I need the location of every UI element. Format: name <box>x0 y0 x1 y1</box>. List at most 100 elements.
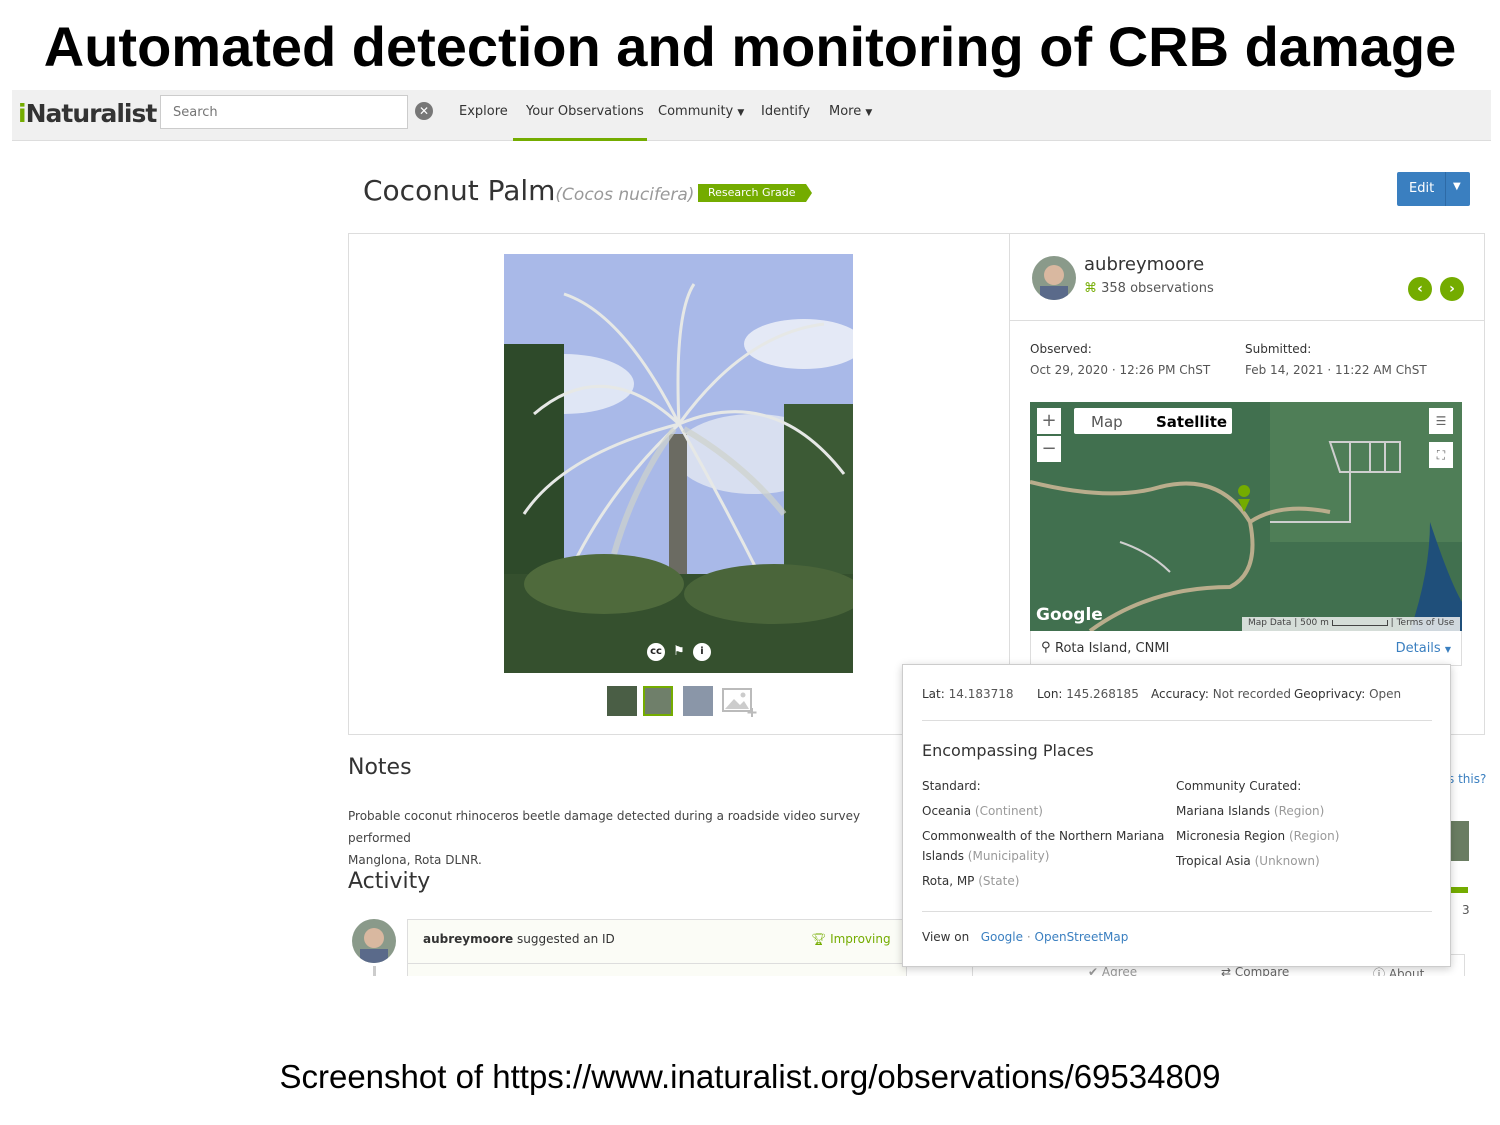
scientific-name[interactable]: (Cocos nucifera) <box>555 185 694 205</box>
add-photo-icon[interactable] <box>721 686 759 717</box>
edit-label: Edit <box>1409 181 1435 196</box>
info-icon[interactable]: i <box>693 643 711 661</box>
fullscreen-icon[interactable]: ⛶ <box>1429 442 1453 468</box>
inaturalist-screenshot: iNaturalist ✕ Explore Your Observations … <box>12 90 1491 976</box>
layers-icon[interactable]: ☰ <box>1429 408 1453 434</box>
observed-date: Oct 29, 2020 · 12:26 PM ChST <box>1030 363 1211 377</box>
flag-icon[interactable]: ⚑ <box>670 643 688 661</box>
photo-license-icons: cc ⚑ i <box>647 643 711 661</box>
place-type: (Continent) <box>974 804 1043 818</box>
edit-button[interactable]: Edit ▼ <box>1397 172 1470 206</box>
chevron-left-icon: ‹ <box>1417 281 1423 297</box>
place-type: (State) <box>978 874 1020 888</box>
location-details-popup: Lat: 14.183718 Lon: 145.268185 Accuracy:… <box>902 664 1451 967</box>
zoom-in-button[interactable]: + <box>1037 408 1061 434</box>
submitted-label: Submitted: <box>1245 342 1312 356</box>
top-navbar: iNaturalist ✕ Explore Your Observations … <box>12 90 1491 141</box>
observation-details-panel: aubreymoore ⌘ 358 observations ‹ › Obser… <box>1010 233 1485 735</box>
nav-community[interactable]: Community ▼ <box>658 104 744 119</box>
common-name: Coconut Palm <box>363 174 556 207</box>
caret-down-icon: ▼ <box>1444 645 1451 654</box>
view-on-row: View on Google · OpenStreetMap <box>922 930 1128 944</box>
place-link[interactable]: Tropical Asia (Unknown) <box>1176 854 1320 868</box>
notes-text: Probable coconut rhinoceros beetle damag… <box>348 805 908 871</box>
search-input[interactable] <box>160 95 408 129</box>
google-logo: Google <box>1036 605 1103 625</box>
cc-icon[interactable]: cc <box>647 643 665 661</box>
place-name: Commonwealth of the Northern Mariana <box>922 829 1165 843</box>
location-map[interactable]: + − Map Satellite ☰ ⛶ Google Map Data | … <box>1030 402 1462 631</box>
chevron-down-icon[interactable]: ▼ <box>1453 181 1461 192</box>
satellite-tab[interactable]: Satellite <box>1156 413 1227 431</box>
longitude: Lon: 145.268185 <box>1037 687 1139 701</box>
location-row: ⚲ Rota Island, CNMI Details ▼ <box>1030 631 1462 666</box>
place-link[interactable]: Islands (Municipality) <box>922 849 1049 863</box>
nav-community-label: Community <box>658 104 734 119</box>
nav-identify[interactable]: Identify <box>761 104 810 119</box>
map-data-link[interactable]: Map Data <box>1248 618 1291 628</box>
accuracy-label: Accuracy: <box>1151 687 1209 701</box>
map-attribution: Map Data | 500 m | Terms of Use <box>1242 617 1461 631</box>
activity-username[interactable]: aubreymoore <box>423 932 513 946</box>
observation-count[interactable]: ⌘ 358 observations <box>1084 281 1214 296</box>
community-taxon-link[interactable]: s this? <box>1448 772 1486 786</box>
place-name: Oceania <box>922 804 972 818</box>
place-link[interactable]: Commonwealth of the Northern Mariana <box>922 829 1164 843</box>
nav-your-observations[interactable]: Your Observations <box>526 104 644 119</box>
google-maps-link[interactable]: Google <box>981 930 1023 944</box>
chevron-right-icon: › <box>1449 281 1455 297</box>
accuracy-value: Not recorded <box>1212 687 1291 701</box>
place-link[interactable]: Rota, MP (State) <box>922 874 1019 888</box>
lon-label: Lon: <box>1037 687 1063 701</box>
notes-heading: Notes <box>348 755 412 780</box>
geoprivacy: Geoprivacy: Open <box>1294 687 1401 701</box>
nav-explore[interactable]: Explore <box>459 104 508 119</box>
slide-caption: Screenshot of https://www.inaturalist.or… <box>279 1058 1221 1095</box>
place-link[interactable]: Mariana Islands (Region) <box>1176 804 1324 818</box>
community-curated-label: Community Curated: <box>1176 779 1302 793</box>
clear-search-icon[interactable]: ✕ <box>415 102 433 120</box>
binoculars-icon: ⌘ <box>1084 281 1097 296</box>
photo-thumbnail[interactable] <box>607 686 637 716</box>
logo-i: i <box>18 99 27 128</box>
activity-heading: Activity <box>348 869 431 894</box>
active-nav-underline <box>513 138 647 141</box>
lon-value: 145.268185 <box>1066 687 1139 701</box>
encompassing-places-heading: Encompassing Places <box>922 741 1094 760</box>
observation-photo[interactable] <box>504 254 853 673</box>
next-observation-button[interactable]: › <box>1440 277 1464 301</box>
map-scale: 500 m <box>1300 618 1329 628</box>
photo-thumbnail[interactable] <box>643 686 673 716</box>
activity-item: aubreymoore suggested an ID 🏆︎ Improving <box>407 919 908 976</box>
nav-more[interactable]: More ▼ <box>829 104 872 119</box>
place-name: Rota Island, CNMI <box>1055 641 1170 656</box>
map-type-toggle: Map Satellite <box>1074 408 1232 434</box>
inaturalist-logo[interactable]: iNaturalist <box>18 99 157 128</box>
observed-label: Observed: <box>1030 342 1092 356</box>
openstreetmap-link[interactable]: OpenStreetMap <box>1035 930 1129 944</box>
notes-line: Manglona, Rota DLNR. <box>348 853 482 867</box>
quality-grade-badge: Research Grade <box>698 184 811 202</box>
place-name: Micronesia Region <box>1176 829 1286 843</box>
place-type: (Region) <box>1273 804 1325 818</box>
map-pin-icon: ⚲ <box>1041 640 1051 655</box>
notes-line: Probable coconut rhinoceros beetle damag… <box>348 809 861 845</box>
place-type: (Municipality) <box>967 849 1050 863</box>
map-tab[interactable]: Map <box>1091 413 1123 431</box>
agreement-bar <box>1449 887 1468 893</box>
terms-of-use-link[interactable]: Terms of Use <box>1397 618 1455 628</box>
place-link[interactable]: Micronesia Region (Region) <box>1176 829 1339 843</box>
location-details-toggle[interactable]: Details ▼ <box>1396 641 1451 656</box>
photo-thumbnail[interactable] <box>683 686 713 716</box>
previous-observation-button[interactable]: ‹ <box>1408 277 1432 301</box>
taxon-thumbnail <box>1449 821 1469 861</box>
activity-header: aubreymoore suggested an ID <box>423 932 615 946</box>
observer-username[interactable]: aubreymoore <box>1084 254 1204 275</box>
slide-title: Automated detection and monitoring of CR… <box>43 15 1457 78</box>
zoom-out-button[interactable]: − <box>1037 436 1061 462</box>
place-link[interactable]: Oceania (Continent) <box>922 804 1043 818</box>
lat-value: 14.183718 <box>948 687 1014 701</box>
about-label: About <box>1388 967 1425 976</box>
avatar[interactable] <box>1032 256 1076 300</box>
avatar[interactable] <box>352 919 396 963</box>
